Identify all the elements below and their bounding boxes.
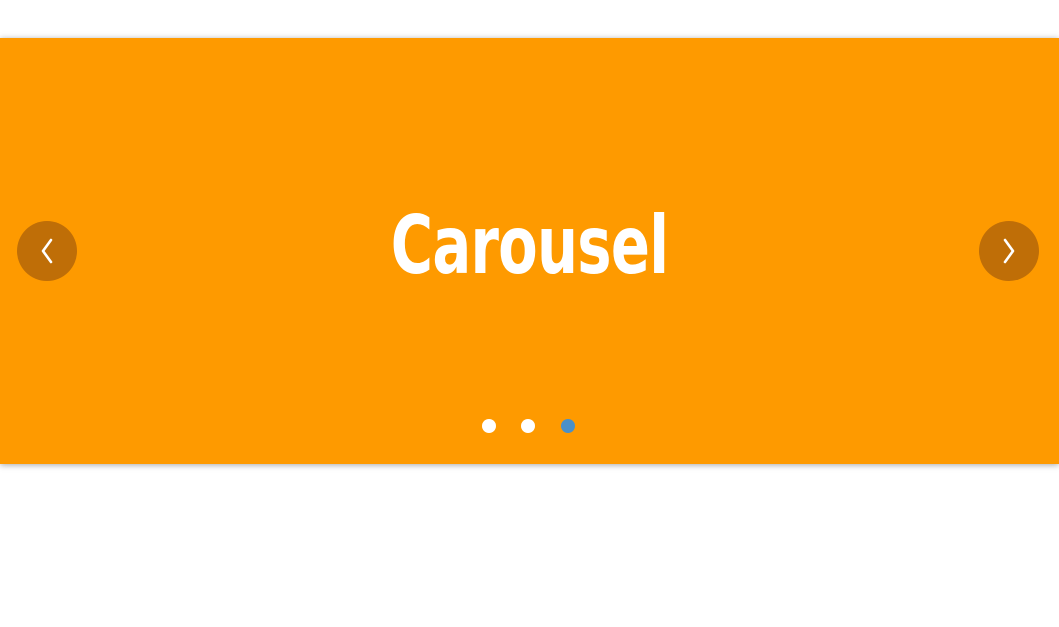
slide-title: Carousel — [390, 199, 669, 292]
next-slide-button[interactable] — [979, 221, 1039, 281]
slide-indicator-1[interactable] — [482, 419, 496, 433]
previous-slide-button[interactable] — [17, 221, 77, 281]
slide-indicators — [0, 419, 1059, 433]
chevron-left-icon — [41, 238, 53, 264]
carousel: Carousel — [0, 38, 1059, 464]
slide-indicator-3[interactable] — [561, 419, 575, 433]
chevron-right-icon — [1003, 238, 1015, 264]
slide-indicator-2[interactable] — [521, 419, 535, 433]
